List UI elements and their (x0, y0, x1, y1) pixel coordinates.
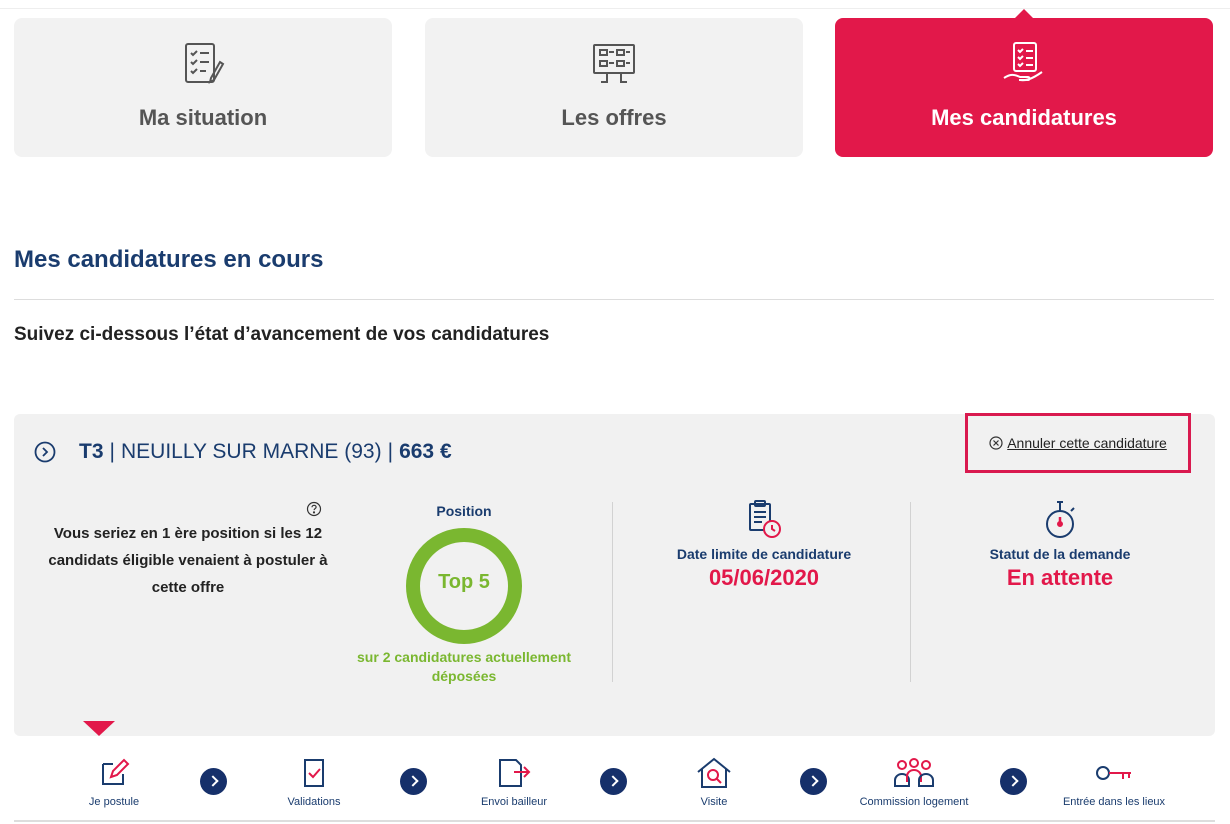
step-entree-dans-les-lieux[interactable]: Entrée dans les lieux (1044, 756, 1184, 808)
hand-checklist-icon (1003, 42, 1043, 82)
tab-label: Ma situation (138, 105, 268, 130)
ranking-info: Vous seriez en 1 ère position si les 12 … (48, 525, 328, 596)
top-divider (0, 8, 1230, 9)
step-label: Validations (287, 796, 341, 808)
step-je-postule[interactable]: Je postule (44, 756, 184, 808)
chevron-circle-icon[interactable] (34, 441, 56, 463)
help-icon[interactable] (306, 501, 322, 517)
deadline-value: 05/06/2020 (708, 565, 820, 590)
step-arrow-icon (600, 768, 627, 795)
cancel-application-link[interactable]: Annuler cette candidature (965, 413, 1191, 473)
status-label: Statut de la demande (989, 546, 1131, 562)
step-envoi-bailleur[interactable]: Envoi bailleur (444, 756, 584, 808)
step-visite[interactable]: Visite (644, 756, 784, 808)
status-block: Statut de la demande En attente (960, 498, 1160, 591)
board-grid-icon (593, 44, 635, 83)
status-value: En attente (1006, 565, 1114, 590)
step-arrow-icon (1000, 768, 1027, 795)
step-label: Je postule (88, 796, 140, 808)
header-separator: | (109, 440, 115, 463)
checklist-pen-icon (185, 43, 225, 84)
step-commission-logement[interactable]: Commission logement (844, 756, 984, 808)
header-separator: | (387, 440, 394, 463)
step-validations[interactable]: Validations (244, 756, 384, 808)
step-label: Envoi bailleur (480, 796, 548, 808)
document-send-icon (499, 759, 531, 787)
column-divider (910, 502, 911, 682)
column-divider (612, 502, 613, 682)
step-label: Entrée dans les lieux (1062, 796, 1166, 808)
step-arrow-icon (400, 768, 427, 795)
calendar-clock-icon (749, 500, 781, 538)
section-divider (14, 299, 1214, 300)
tab-mes-candidatures[interactable]: Mes candidatures (835, 9, 1213, 157)
deadline-block: Date limite de candidature 05/06/2020 (654, 498, 874, 591)
application-location: NEUILLY SUR MARNE (93) (120, 440, 382, 463)
application-type: T3 (79, 440, 104, 463)
house-search-icon (697, 757, 731, 788)
bottom-divider (14, 820, 1215, 822)
application-price: 663 € (399, 440, 452, 463)
document-check-icon (304, 759, 324, 787)
tab-label: Mes candidatures (931, 105, 1117, 130)
position-subtext: sur 2 candidatures actuellement déposées (357, 649, 571, 684)
deadline-label: Date limite de candidature (676, 546, 852, 562)
current-step-marker (83, 721, 115, 736)
section-title: Mes candidatures en cours (14, 246, 324, 273)
step-label: Commission logement (859, 796, 969, 808)
application-header: T3 | NEUILLY SUR MARNE (93) | 663 € (34, 440, 452, 464)
position-label: Position (436, 503, 492, 519)
main-tabs: Ma situation Les offres Mes candidatures (14, 9, 1214, 158)
step-label: Visite (700, 796, 728, 808)
edit-pen-icon (102, 758, 130, 785)
tab-label: Les offres (561, 105, 667, 130)
key-icon (1096, 766, 1131, 780)
position-value: Top 5 (438, 571, 490, 593)
step-arrow-icon (200, 768, 227, 795)
close-circle-icon (989, 436, 1003, 450)
application-card: T3 | NEUILLY SUR MARNE (93) | 663 € Annu… (14, 413, 1215, 736)
stopwatch-icon (1046, 501, 1075, 538)
section-subtitle: Suivez ci-dessous l’état d’avancement de… (14, 324, 550, 345)
step-arrow-icon (800, 768, 827, 795)
progress-steps: Je postule Validations Envoi bailleur Vi… (14, 736, 1215, 824)
cancel-label: Annuler cette candidature (1007, 435, 1167, 451)
tab-les-offres[interactable]: Les offres (425, 18, 803, 157)
group-people-icon (894, 758, 934, 787)
tab-ma-situation[interactable]: Ma situation (14, 18, 392, 157)
